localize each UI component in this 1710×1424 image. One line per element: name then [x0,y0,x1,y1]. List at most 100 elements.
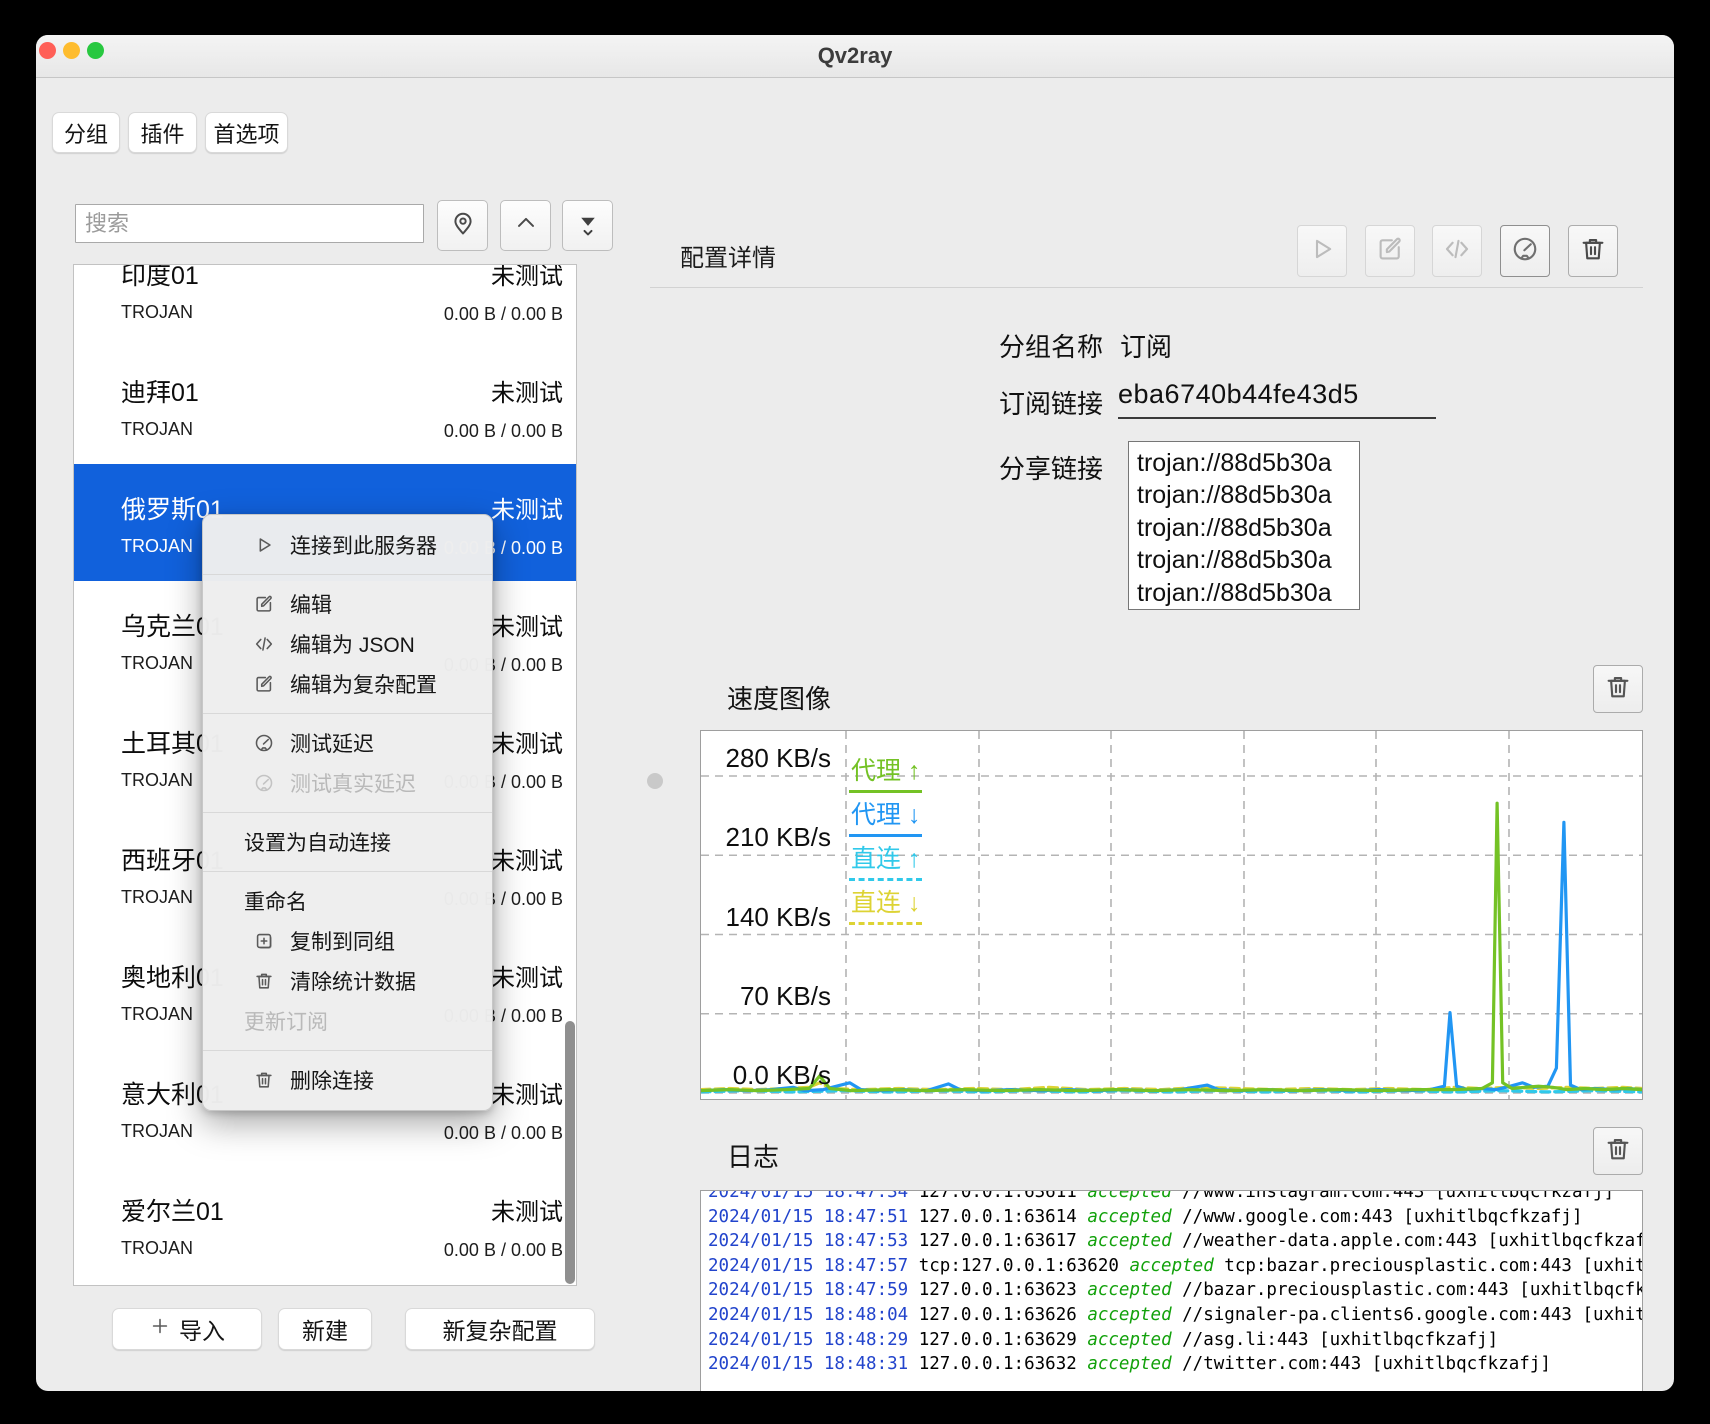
locate-current-button[interactable] [437,200,488,251]
log-verb: accepted [1087,1190,1171,1202]
log-timestamp: 2024/01/15 18:48:31 [708,1354,908,1374]
log-timestamp: 2024/01/15 18:47:53 [708,1231,908,1251]
subscription-link-input[interactable]: eba6740b44fe43d5 [1118,379,1436,419]
log-destination: //www.google.com:443 [uxhitlbqcfkzafj] [1172,1207,1583,1227]
log-destination: //twitter.com:443 [uxhitlbqcfkzafj] [1172,1354,1551,1374]
gauge-icon [253,772,275,794]
menu-item[interactable]: 删除连接 [203,1060,492,1100]
edit-button[interactable] [1365,225,1415,277]
log-destination: //signaler-pa.clients6.google.com:443 [u… [1172,1305,1643,1325]
play-icon [1307,234,1337,269]
splitter-handle[interactable] [647,773,663,789]
log-destination: //bazar.preciousplastic.com:443 [uxhitlb… [1172,1280,1643,1300]
groups-button[interactable]: 分组 [52,112,120,153]
menu-item-label: 编辑为复杂配置 [290,669,437,699]
share-link-textarea[interactable]: trojan://88d5b30atrojan://88d5b30atrojan… [1128,441,1360,610]
import-button[interactable]: 导入 [112,1308,262,1350]
menu-item[interactable]: 连接到此服务器 [203,525,492,565]
delete-button[interactable] [1568,225,1618,277]
connection-status: 未测试 [491,1075,563,1110]
connection-ctype: TROJAN [121,770,193,791]
gauge-icon [1510,234,1540,269]
menu-item[interactable]: 设置为自动连接 [203,822,492,862]
log-timestamp: 2024/01/15 18:47:51 [708,1207,908,1227]
edit-json-button[interactable] [1432,225,1482,277]
code-icon [1442,234,1472,269]
group-name-label: 分组名称 [943,327,1103,361]
dropdown-triangle-icon [574,209,602,242]
plus-icon [149,1315,171,1343]
chevron-up-icon [512,209,540,242]
log-source: 127.0.0.1:63617 [908,1231,1087,1251]
connection-row[interactable]: 迪拜01未测试TROJAN0.00 B / 0.00 B [74,347,576,464]
log-title: 日志 [727,1137,779,1174]
speed-chart: 280 KB/s210 KB/s140 KB/s70 KB/s0.0 KB/s代… [700,730,1643,1100]
connection-status: 未测试 [491,490,563,525]
share-link-line: trojan://88d5b30a [1137,544,1359,576]
connection-row[interactable]: 印度01未测试TROJAN0.00 B / 0.00 B [74,264,576,347]
menu-item[interactable]: 编辑 [203,584,492,624]
new-button[interactable]: 新建 [278,1308,372,1350]
new-complex-button[interactable]: 新复杂配置 [405,1308,595,1350]
code-icon [253,633,275,655]
search-input[interactable] [75,204,424,243]
log-verb: accepted [1087,1280,1171,1300]
share-link-line: trojan://88d5b30a [1137,512,1359,544]
menu-item[interactable]: 重命名 [203,881,492,921]
log-source: 127.0.0.1:63629 [908,1330,1087,1350]
menu-item[interactable]: 编辑为复杂配置 [203,664,492,704]
log-destination: tcp:bazar.preciousplastic.com:443 [uxhit… [1214,1256,1643,1276]
y-axis-tick-label: 0.0 KB/s [701,1060,831,1092]
menu-item-label: 编辑 [290,589,332,619]
menu-item-label: 复制到同组 [290,926,395,956]
connection-status: 未测试 [491,607,563,642]
connection-ctype: TROJAN [121,1238,193,1259]
log-line: 2024/01/15 18:48:29 127.0.0.1:63629 acce… [708,1328,1642,1353]
log-source: 127.0.0.1:63623 [908,1280,1087,1300]
menu-item: 更新订阅 [203,1001,492,1041]
connection-traffic: 0.00 B / 0.00 B [444,421,563,442]
log-destination: //weather-data.apple.com:443 [uxhitlbqcf… [1172,1231,1643,1251]
menu-item[interactable]: 复制到同组 [203,921,492,961]
log-verb: accepted [1129,1256,1213,1276]
context-menu: 连接到此服务器编辑编辑为 JSON编辑为复杂配置测试延迟测试真实延迟设置为自动连… [202,514,493,1111]
connection-ctype: TROJAN [121,302,193,323]
legend-item: 代理 ↑ [849,751,922,793]
log-line: 2024/01/15 18:47:59 127.0.0.1:63623 acce… [708,1278,1642,1303]
list-scrollbar[interactable] [565,1021,575,1284]
connection-name: 迪拜01 [121,373,199,409]
subscription-link-label: 订阅链接 [943,384,1103,418]
test-latency-button[interactable] [1500,225,1550,277]
collapse-up-button[interactable] [500,200,551,251]
log-line: 2024/01/15 18:47:34 127.0.0.1:63611 acce… [708,1190,1642,1205]
legend-item: 直连 ↓ [849,883,922,925]
config-details-title: 配置详情 [680,238,776,273]
copy-icon [253,930,275,952]
menu-item[interactable]: 清除统计数据 [203,961,492,1001]
connect-button[interactable] [1297,225,1347,277]
clear-speed-graph-button[interactable] [1593,665,1643,713]
connection-status: 未测试 [491,1192,563,1227]
preferences-button[interactable]: 首选项 [205,112,288,153]
edit-icon [253,593,275,615]
log-line: 2024/01/15 18:48:31 127.0.0.1:63632 acce… [708,1352,1642,1377]
details-separator [650,287,1643,288]
clear-log-button[interactable] [1593,1127,1643,1175]
log-source: tcp:127.0.0.1:63620 [908,1256,1129,1276]
log-timestamp: 2024/01/15 18:47:34 [708,1190,908,1202]
edit-icon [1375,234,1405,269]
connection-row[interactable]: 爱尔兰01未测试TROJAN0.00 B / 0.00 B [74,1166,576,1283]
connection-ctype: TROJAN [121,536,193,557]
sort-dropdown-button[interactable] [562,200,613,251]
menu-item[interactable]: 编辑为 JSON [203,624,492,664]
log-output[interactable]: 2024/01/15 18:47:34 127.0.0.1:63611 acce… [700,1190,1643,1391]
menu-item[interactable]: 测试延迟 [203,723,492,763]
gauge-icon [253,732,275,754]
title-bar: Qv2ray [36,35,1674,78]
log-source: 127.0.0.1:63614 [908,1207,1087,1227]
connection-status: 未测试 [491,958,563,993]
connection-traffic: 0.00 B / 0.00 B [444,1240,563,1261]
trash-icon [1578,234,1608,269]
log-timestamp: 2024/01/15 18:47:59 [708,1280,908,1300]
plugins-button[interactable]: 插件 [128,112,197,153]
